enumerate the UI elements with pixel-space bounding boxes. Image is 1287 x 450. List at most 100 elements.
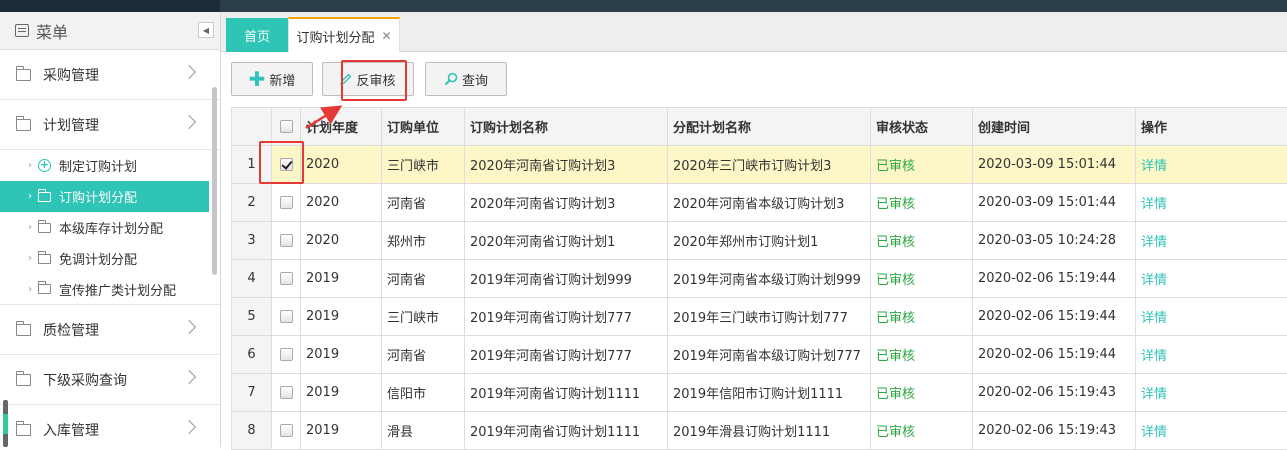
row-select-cell[interactable] (272, 374, 301, 412)
sidebar-item-local-stock[interactable]: › 本级库存计划分配 (0, 212, 220, 243)
caret-right-icon: › (28, 222, 32, 233)
row-select-cell[interactable] (272, 260, 301, 298)
unaudit-button[interactable]: 反审核 (322, 62, 414, 96)
sidebar-group-label: 下级采购查询 (43, 370, 127, 390)
chevron-right-icon (182, 65, 196, 79)
alloc-name-cell: 2019年三门峡市订购计划777 (668, 298, 871, 336)
table-row[interactable]: 62019河南省2019年河南省订购计划7772019年河南省本级订购计划777… (232, 336, 1287, 374)
sidebar-group-label: 质检管理 (43, 320, 99, 340)
status-cell: 已审核 (871, 184, 973, 222)
detail-link[interactable]: 详情 (1136, 146, 1287, 184)
row-select-cell[interactable] (272, 412, 301, 450)
row-number: 6 (232, 336, 272, 374)
column-header[interactable]: 操作 (1136, 108, 1287, 146)
table-row[interactable]: 42019河南省2019年河南省订购计划9992019年河南省本级订购计划999… (232, 260, 1287, 298)
table-row[interactable]: 22020河南省2020年河南省订购计划32020年河南省本级订购计划3已审核2… (232, 184, 1287, 222)
row-checkbox[interactable] (280, 386, 293, 399)
row-select-cell[interactable] (272, 146, 301, 184)
column-header[interactable]: 订购单位 (382, 108, 465, 146)
row-checkbox[interactable] (280, 234, 293, 247)
column-header[interactable]: 创建时间 (973, 108, 1136, 146)
year-cell: 2019 (301, 298, 382, 336)
sidebar-group-purchase[interactable]: 采购管理 (0, 50, 220, 100)
detail-link[interactable]: 详情 (1136, 184, 1287, 222)
column-header[interactable]: 计划年度 (301, 108, 382, 146)
row-select-cell[interactable] (272, 222, 301, 260)
chevron-right-icon (182, 115, 196, 129)
sidebar-item-label: 订购计划分配 (59, 187, 137, 206)
table-row[interactable]: 52019三门峡市2019年河南省订购计划7772019年三门峡市订购计划777… (232, 298, 1287, 336)
table-row[interactable]: 72019信阳市2019年河南省订购计划11112019年信阳市订购计划1111… (232, 374, 1287, 412)
detail-link[interactable]: 详情 (1136, 374, 1287, 412)
status-cell: 已审核 (871, 260, 973, 298)
table-row[interactable]: 32020郑州市2020年河南省订购计划12020年郑州市订购计划1已审核202… (232, 222, 1287, 260)
sidebar-header: 菜单 ◀ (0, 12, 220, 50)
created-time-cell: 2020-03-09 15:01:44 (973, 146, 1136, 184)
sidebar-group-quality[interactable]: 质检管理 (0, 305, 220, 355)
folder-open-icon (16, 119, 31, 131)
sidebar-item-plan-allocation[interactable]: › 订购计划分配 (0, 181, 209, 212)
sidebar-group-label: 计划管理 (43, 115, 99, 135)
top-bar (0, 0, 1287, 12)
status-cell: 已审核 (871, 412, 973, 450)
row-select-cell[interactable] (272, 298, 301, 336)
row-checkbox[interactable] (280, 348, 293, 361)
plan-name-cell: 2019年河南省订购计划1111 (465, 412, 668, 450)
plus-icon: ✚ (249, 69, 266, 89)
row-number: 2 (232, 184, 272, 222)
row-checkbox[interactable] (280, 272, 293, 285)
column-header[interactable]: 订购计划名称 (465, 108, 668, 146)
status-cell: 已审核 (871, 222, 973, 260)
select-all-cell[interactable] (272, 108, 301, 146)
year-cell: 2019 (301, 260, 382, 298)
column-header[interactable]: 审核状态 (871, 108, 973, 146)
detail-link[interactable]: 详情 (1136, 222, 1287, 260)
query-button[interactable]: 查询 (425, 62, 507, 96)
sidebar-group-plan[interactable]: 计划管理 (0, 100, 220, 150)
tab-bar: 首页 订购计划分配 ✕ (221, 12, 1287, 52)
sidebar-collapse-button[interactable]: ◀ (198, 22, 214, 38)
select-all-checkbox[interactable] (280, 120, 293, 133)
sidebar-item-exempt[interactable]: › 免调计划分配 (0, 243, 220, 274)
row-checkbox[interactable] (280, 424, 293, 437)
column-header[interactable]: 分配计划名称 (668, 108, 871, 146)
created-time-cell: 2020-03-05 10:24:28 (973, 222, 1136, 260)
row-checkbox[interactable] (280, 196, 293, 209)
detail-link[interactable]: 详情 (1136, 336, 1287, 374)
plan-name-cell: 2020年河南省订购计划3 (465, 146, 668, 184)
detail-link[interactable]: 详情 (1136, 260, 1287, 298)
row-checkbox[interactable] (280, 158, 293, 171)
sidebar-item-label: 免调计划分配 (59, 249, 137, 268)
plan-table: 计划年度 订购单位 订购计划名称 分配计划名称 审核状态 创建时间 操作 120… (231, 107, 1287, 450)
row-select-cell[interactable] (272, 184, 301, 222)
folder-icon (38, 284, 51, 294)
sidebar-group-warehouse[interactable]: 入库管理 (0, 405, 220, 447)
detail-link[interactable]: 详情 (1136, 298, 1287, 336)
pencil-icon (340, 73, 352, 85)
tab-plan-allocation[interactable]: 订购计划分配 ✕ (288, 17, 400, 53)
year-cell: 2020 (301, 222, 382, 260)
table-row[interactable]: 82019滑县2019年河南省订购计划11112019年滑县订购计划1111已审… (232, 412, 1287, 450)
sidebar-item-make-plan[interactable]: › + 制定订购计划 (0, 150, 220, 181)
close-icon[interactable]: ✕ (381, 29, 391, 43)
table-header-row: 计划年度 订购单位 订购计划名称 分配计划名称 审核状态 创建时间 操作 (232, 108, 1287, 146)
folder-icon (16, 69, 31, 81)
sidebar-item-promotion[interactable]: › 宣传推广类计划分配 (0, 274, 220, 305)
sidebar-group-label: 入库管理 (43, 420, 99, 440)
sidebar-group-sub-purchase[interactable]: 下级采购查询 (0, 355, 220, 405)
unit-cell: 河南省 (382, 260, 465, 298)
tab-home[interactable]: 首页 (226, 18, 288, 52)
row-checkbox[interactable] (280, 310, 293, 323)
unit-cell: 河南省 (382, 184, 465, 222)
unit-cell: 三门峡市 (382, 146, 465, 184)
row-select-cell[interactable] (272, 336, 301, 374)
year-cell: 2019 (301, 374, 382, 412)
year-cell: 2020 (301, 184, 382, 222)
detail-link[interactable]: 详情 (1136, 412, 1287, 450)
table-row[interactable]: 12020三门峡市2020年河南省订购计划32020年三门峡市订购计划3已审核2… (232, 146, 1287, 184)
sidebar-scrollbar[interactable] (212, 87, 217, 275)
row-number: 3 (232, 222, 272, 260)
unit-cell: 信阳市 (382, 374, 465, 412)
caret-right-icon: › (28, 253, 32, 264)
add-button[interactable]: ✚ 新增 (231, 62, 313, 96)
